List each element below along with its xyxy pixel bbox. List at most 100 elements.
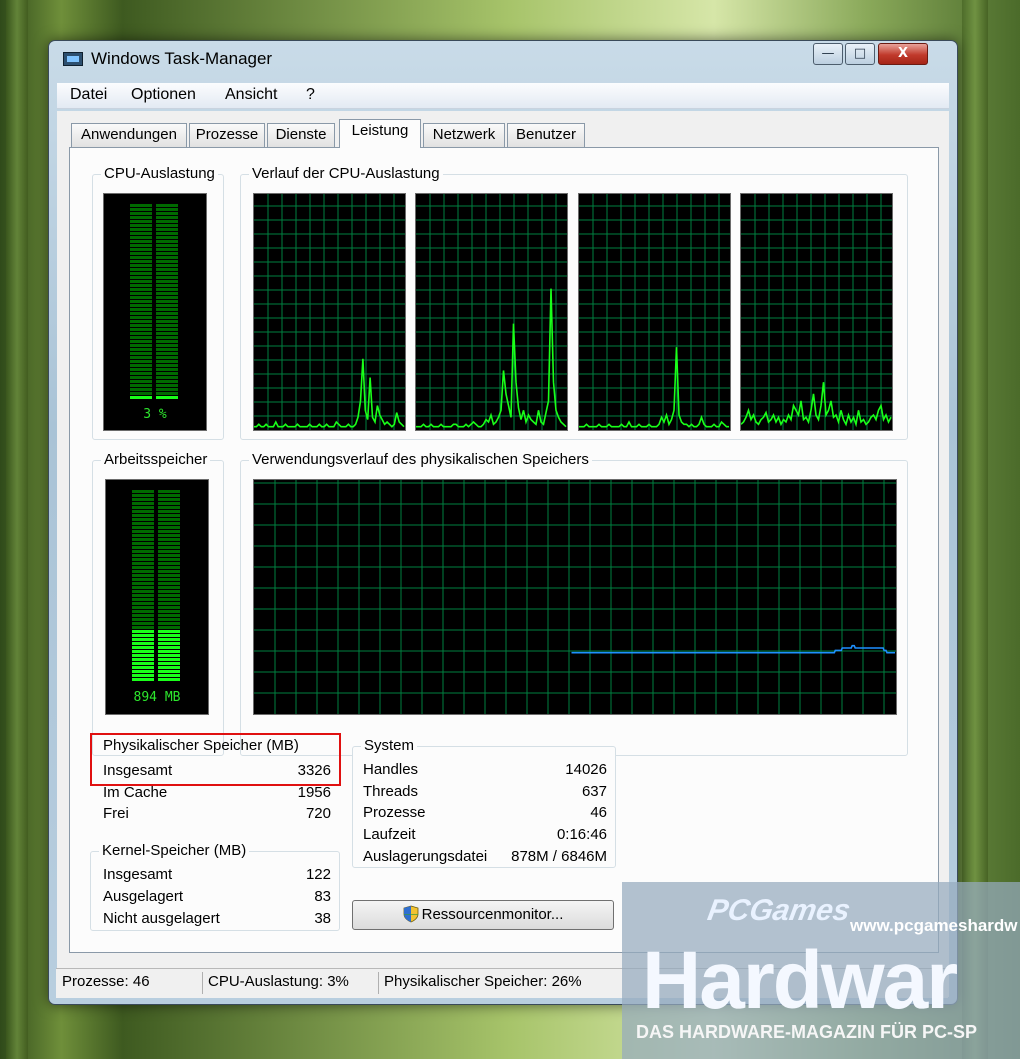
memory-usage-line bbox=[571, 644, 895, 654]
meter-segment bbox=[132, 498, 154, 501]
resource-monitor-button[interactable]: Ressourcenmonitor... bbox=[352, 900, 614, 930]
meter-segment bbox=[132, 494, 154, 497]
meter-segment bbox=[158, 566, 180, 569]
meter-segment bbox=[156, 252, 178, 255]
meter-segment bbox=[132, 610, 154, 613]
meter-segment bbox=[156, 228, 178, 231]
system-pagefile-label: Auslagerungsdatei bbox=[363, 848, 488, 865]
meter-segment bbox=[132, 518, 154, 521]
cpu-core-1-plot bbox=[254, 194, 405, 430]
meter-segment bbox=[130, 304, 152, 307]
meter-segment bbox=[156, 376, 178, 379]
meter-segment bbox=[158, 618, 180, 621]
tab-leistung[interactable]: Leistung bbox=[339, 119, 421, 148]
kernel-paged-row: Ausgelagert 83 bbox=[103, 888, 331, 908]
uac-shield-icon bbox=[403, 905, 419, 923]
menu-datei[interactable]: Datei bbox=[70, 86, 107, 104]
physical-memory-free-value: 720 bbox=[305, 805, 331, 822]
meter-segment bbox=[132, 654, 154, 657]
kernel-total-label: Insgesamt bbox=[103, 866, 173, 883]
meter-segment bbox=[156, 220, 178, 223]
meter-segment bbox=[130, 376, 152, 379]
tab-benutzer[interactable]: Benutzer bbox=[507, 123, 585, 147]
kernel-total-value: 122 bbox=[305, 866, 331, 883]
meter-segment bbox=[156, 324, 178, 327]
meter-segment bbox=[130, 352, 152, 355]
status-separator bbox=[202, 972, 203, 994]
meter-segment bbox=[132, 550, 154, 553]
meter-segment bbox=[130, 296, 152, 299]
meter-segment bbox=[156, 208, 178, 211]
meter-segment bbox=[132, 522, 154, 525]
meter-segment bbox=[130, 372, 152, 375]
meter-segment bbox=[156, 372, 178, 375]
memory-meter: 894 MB bbox=[105, 479, 209, 715]
maximize-button[interactable]: □ bbox=[845, 43, 875, 65]
memory-history-plot bbox=[254, 480, 896, 714]
meter-segment bbox=[130, 324, 152, 327]
meter-segment bbox=[156, 280, 178, 283]
system-processes-value: 46 bbox=[590, 804, 607, 821]
meter-segment bbox=[156, 288, 178, 291]
meter-segment bbox=[130, 276, 152, 279]
tab-anwendungen[interactable]: Anwendungen bbox=[71, 123, 187, 147]
status-separator bbox=[378, 972, 379, 994]
menu-optionen[interactable]: Optionen bbox=[131, 86, 196, 104]
memory-meter-value: 894 MB bbox=[133, 690, 181, 705]
meter-segment bbox=[156, 316, 178, 319]
meter-segment bbox=[130, 308, 152, 311]
meter-segment bbox=[132, 666, 154, 669]
meter-segment bbox=[130, 268, 152, 271]
cpu-core-3-plot bbox=[579, 194, 730, 430]
system-handles-row: Handles 14026 bbox=[363, 761, 607, 781]
task-manager-icon bbox=[63, 52, 83, 66]
tab-dienste[interactable]: Dienste bbox=[267, 123, 335, 147]
meter-segment bbox=[132, 566, 154, 569]
meter-segment bbox=[156, 300, 178, 303]
meter-segment bbox=[156, 332, 178, 335]
meter-segment bbox=[130, 300, 152, 303]
physical-memory-cache-label: Im Cache bbox=[103, 784, 168, 801]
physical-memory-cache-value: 1956 bbox=[297, 784, 331, 801]
tab-prozesse[interactable]: Prozesse bbox=[189, 123, 265, 147]
meter-segment bbox=[132, 662, 154, 665]
meter-segment bbox=[156, 392, 178, 395]
logo-tagline: DAS HARDWARE-MAGAZIN FÜR PC-SP bbox=[636, 1022, 977, 1042]
minimize-button[interactable]: — bbox=[813, 43, 843, 65]
meter-segment bbox=[132, 598, 154, 601]
meter-segment bbox=[156, 396, 178, 399]
meter-segment bbox=[158, 562, 180, 565]
tab-netzwerk[interactable]: Netzwerk bbox=[423, 123, 505, 147]
system-uptime-value: 0:16:46 bbox=[556, 826, 607, 843]
meter-segment bbox=[132, 658, 154, 661]
meter-segment bbox=[130, 216, 152, 219]
meter-segment bbox=[132, 586, 154, 589]
meter-segment bbox=[130, 388, 152, 391]
meter-segment bbox=[132, 558, 154, 561]
meter-segment bbox=[158, 650, 180, 653]
menu-help[interactable]: ? bbox=[306, 86, 315, 104]
cpu-usage-label: CPU-Auslastung bbox=[101, 165, 218, 182]
memory-group: Arbeitsspeicher 894 MB bbox=[92, 451, 224, 756]
meter-segment bbox=[130, 252, 152, 255]
meter-segment bbox=[158, 554, 180, 557]
meter-segment bbox=[132, 562, 154, 565]
meter-segment bbox=[132, 542, 154, 545]
meter-segment bbox=[130, 220, 152, 223]
meter-segment bbox=[130, 360, 152, 363]
meter-segment bbox=[156, 308, 178, 311]
meter-segment bbox=[132, 602, 154, 605]
meter-segment bbox=[132, 526, 154, 529]
meter-segment bbox=[130, 236, 152, 239]
meter-segment bbox=[156, 352, 178, 355]
meter-segment bbox=[158, 510, 180, 513]
meter-segment bbox=[158, 654, 180, 657]
meter-segment bbox=[158, 678, 180, 681]
title-bar[interactable]: Windows Task-Manager — □ X bbox=[49, 41, 957, 77]
meter-segment bbox=[156, 268, 178, 271]
cpu-history-label: Verlauf der CPU-Auslastung bbox=[249, 165, 443, 182]
menu-ansicht[interactable]: Ansicht bbox=[225, 86, 277, 104]
close-button[interactable]: X bbox=[878, 43, 928, 65]
meter-segment bbox=[130, 208, 152, 211]
kernel-total-row: Insgesamt 122 bbox=[103, 866, 331, 886]
